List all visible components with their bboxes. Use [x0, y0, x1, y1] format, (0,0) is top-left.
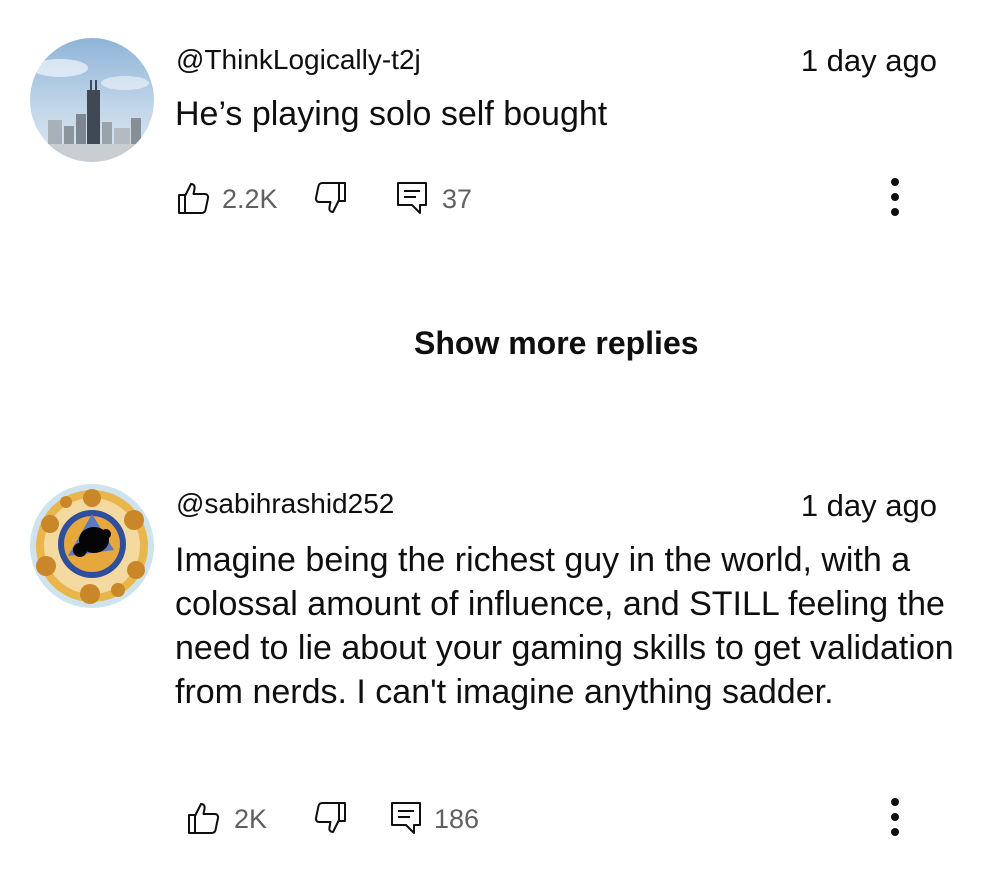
comment-actions: 2K 186	[176, 798, 936, 842]
reply-icon[interactable]	[394, 180, 430, 216]
more-options-icon[interactable]	[885, 178, 905, 222]
avatar[interactable]	[30, 38, 154, 162]
comment-text: Imagine being the richest guy in the wor…	[175, 541, 954, 711]
like-count: 2K	[234, 804, 268, 834]
city-skyline-avatar-icon	[30, 38, 154, 162]
comment-text: He’s playing solo self bought	[175, 95, 608, 133]
comment-author[interactable]: @sabihrashid252	[176, 488, 394, 520]
reply-count: 186	[434, 804, 480, 834]
show-more-replies-button[interactable]: Show more replies	[414, 325, 699, 362]
comment-timestamp: 1 day ago	[800, 43, 937, 78]
avatar[interactable]	[30, 484, 154, 608]
like-count: 2.2K	[222, 184, 278, 214]
like-icon[interactable]	[176, 180, 212, 216]
more-options-icon[interactable]	[885, 798, 905, 842]
dislike-icon[interactable]	[312, 800, 348, 836]
comment-author[interactable]: @ThinkLogically-t2j	[176, 44, 421, 76]
like-icon[interactable]	[186, 800, 222, 836]
dislike-icon[interactable]	[312, 180, 348, 216]
reply-count: 37	[442, 184, 473, 214]
fractal-avatar-icon	[30, 484, 154, 608]
comment-actions: 2.2K 37	[176, 178, 936, 222]
comment-timestamp: 1 day ago	[800, 488, 937, 523]
reply-icon[interactable]	[388, 800, 424, 836]
